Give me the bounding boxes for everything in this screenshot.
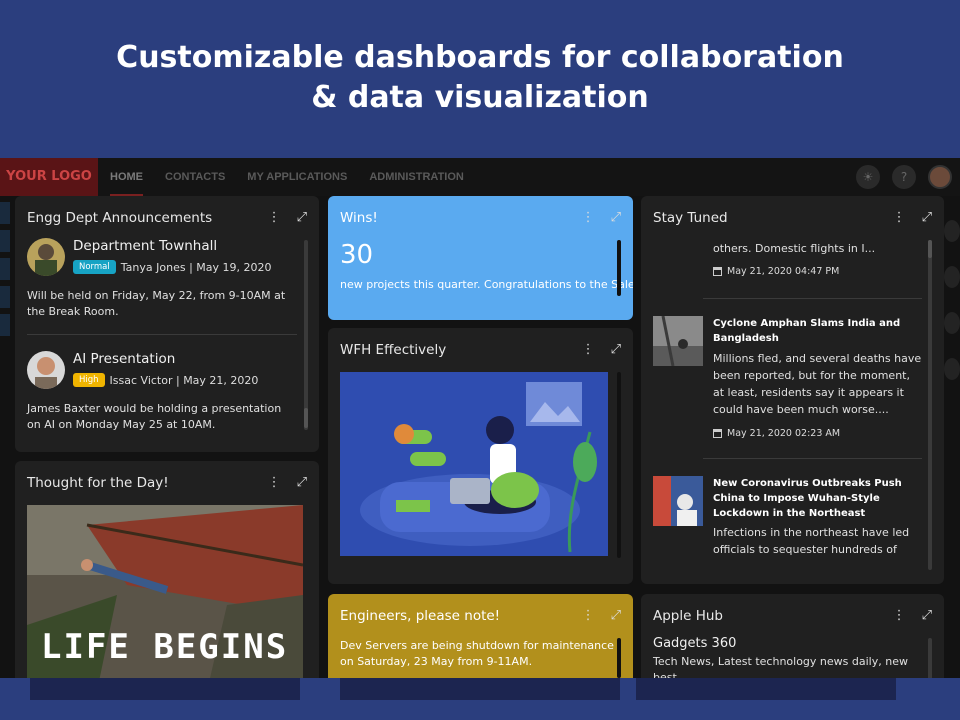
left-rail — [0, 196, 14, 678]
menu-icon[interactable]: ⋮ — [582, 606, 595, 626]
menu-icon[interactable]: ⋮ — [582, 340, 595, 360]
engineers-card: Engineers, please note! ⋮ ⤢ Dev Servers … — [328, 594, 633, 678]
menu-icon[interactable]: ⋮ — [268, 473, 281, 493]
engineers-title: Engineers, please note! — [340, 608, 501, 624]
calendar-icon — [713, 429, 722, 438]
menu-icon[interactable]: ⋮ — [893, 606, 906, 626]
nav-administration[interactable]: ADMINISTRATION — [369, 158, 464, 196]
nav-my-applications[interactable]: MY APPLICATIONS — [247, 158, 347, 196]
news-date: May 21, 2020 02:23 AM — [713, 428, 840, 439]
divider — [703, 298, 922, 299]
engineers-text: Dev Servers are being shutdown for maint… — [340, 639, 614, 668]
apple-hub-title: Apple Hub — [653, 608, 723, 624]
expand-icon[interactable]: ⤢ — [611, 606, 621, 626]
news-body: Millions fled, and several deaths have b… — [713, 352, 922, 416]
news-thumbnail — [653, 316, 703, 366]
calendar-icon — [713, 267, 722, 276]
divider — [703, 458, 922, 459]
scrollbar[interactable] — [928, 240, 932, 570]
apple-hub-subtitle: Gadgets 360 — [653, 636, 737, 651]
bottom-strip — [0, 678, 960, 720]
hero-title-line2: & data visualization — [311, 80, 649, 115]
scrollbar-thumb[interactable] — [617, 240, 621, 296]
wfh-title: WFH Effectively — [340, 342, 447, 358]
expand-icon[interactable]: ⤢ — [297, 208, 307, 228]
thought-title: Thought for the Day! — [27, 475, 169, 491]
hero-title: Customizable dashboards for collaboratio… — [0, 38, 960, 118]
menu-icon[interactable]: ⋮ — [268, 208, 281, 228]
expand-icon[interactable]: ⤢ — [922, 606, 932, 626]
wfh-illustration — [340, 372, 608, 556]
announcement-body: James Baxter would be holding a presenta… — [27, 402, 282, 431]
announcement-meta: Issac Victor | May 21, 2020 — [109, 373, 259, 387]
news-item[interactable]: New Coronavirus Outbreaks Push China to … — [653, 476, 922, 576]
app-logo[interactable]: YOUR LOGO — [0, 158, 98, 196]
divider — [27, 334, 297, 335]
announcement-item[interactable]: AI Presentation High Issac Victor | May … — [27, 351, 297, 451]
avatar — [27, 351, 65, 389]
announcement-meta: Tanya Jones | May 19, 2020 — [120, 260, 272, 274]
wins-title: Wins! — [340, 210, 378, 226]
sun-icon[interactable]: ☀ — [856, 165, 880, 189]
expand-icon[interactable]: ⤢ — [922, 208, 932, 228]
news-headline: Cyclone Amphan Slams India and Banglades… — [713, 318, 901, 344]
expand-icon[interactable]: ⤢ — [611, 208, 621, 228]
announcement-body: Will be held on Friday, May 22, from 9-1… — [27, 289, 286, 318]
scrollbar[interactable] — [304, 240, 308, 430]
announcement-item[interactable]: Department Townhall Normal Tanya Jones |… — [27, 238, 297, 358]
announcements-title: Engg Dept Announcements — [27, 210, 213, 226]
wfh-card: WFH Effectively ⋮ ⤢ — [328, 328, 633, 584]
menu-icon[interactable]: ⋮ — [893, 208, 906, 228]
scrollbar[interactable] — [928, 638, 932, 678]
hero-title-line1: Customizable dashboards for collaboratio… — [116, 40, 844, 75]
news-body: Infections in the northeast have led off… — [713, 526, 910, 556]
thought-poster: LIFE BEGINS — [27, 505, 303, 678]
announcement-title: AI Presentation — [73, 351, 176, 367]
priority-badge: High — [73, 373, 105, 387]
news-item[interactable]: others. Domestic flights in I... May 21,… — [653, 240, 922, 290]
right-rail — [944, 196, 960, 678]
news-date: May 21, 2020 04:47 PM — [713, 266, 839, 277]
scrollbar-thumb[interactable] — [304, 408, 308, 428]
main-nav: HOME CONTACTS MY APPLICATIONS ADMINISTRA… — [110, 158, 464, 196]
announcements-card: Engg Dept Announcements ⋮ ⤢ Department T… — [15, 196, 319, 452]
top-icons: ☀ ? — [856, 165, 952, 189]
priority-badge: Normal — [73, 260, 116, 274]
wins-text: new projects this quarter. Congratulatio… — [340, 278, 633, 291]
expand-icon[interactable]: ⤢ — [611, 340, 621, 360]
nav-home[interactable]: HOME — [110, 158, 143, 196]
user-avatar[interactable] — [928, 165, 952, 189]
apple-hub-card: Apple Hub ⋮ ⤢ Gadgets 360 Tech News, Lat… — [641, 594, 944, 678]
expand-icon[interactable]: ⤢ — [297, 473, 307, 493]
stay-tuned-title: Stay Tuned — [653, 210, 728, 226]
top-navbar: YOUR LOGO HOME CONTACTS MY APPLICATIONS … — [0, 158, 960, 196]
poster-text: LIFE BEGINS — [41, 627, 289, 667]
hero-banner: Customizable dashboards for collaboratio… — [0, 0, 960, 158]
news-item[interactable]: Cyclone Amphan Slams India and Banglades… — [653, 316, 922, 446]
nav-contacts[interactable]: CONTACTS — [165, 158, 225, 196]
thought-card: Thought for the Day! ⋮ ⤢ LIFE BEGINS — [15, 461, 319, 678]
apple-hub-text: Tech News, Latest technology news daily,… — [653, 655, 908, 678]
scrollbar-thumb[interactable] — [928, 240, 932, 258]
wins-value: 30 — [340, 240, 374, 270]
scrollbar-thumb[interactable] — [617, 638, 621, 678]
help-icon[interactable]: ? — [892, 165, 916, 189]
news-body: others. Domestic flights in I... — [713, 242, 876, 255]
news-headline: New Coronavirus Outbreaks Push China to … — [713, 478, 902, 519]
scrollbar-thumb[interactable] — [617, 372, 621, 558]
dashboard-app: YOUR LOGO HOME CONTACTS MY APPLICATIONS … — [0, 158, 960, 678]
announcement-title: Department Townhall — [73, 238, 218, 254]
stay-tuned-card: Stay Tuned ⋮ ⤢ others. Domestic flights … — [641, 196, 944, 584]
wins-card: Wins! ⋮ ⤢ 30 new projects this quarter. … — [328, 196, 633, 320]
menu-icon[interactable]: ⋮ — [582, 208, 595, 228]
avatar — [27, 238, 65, 276]
news-thumbnail — [653, 476, 703, 526]
